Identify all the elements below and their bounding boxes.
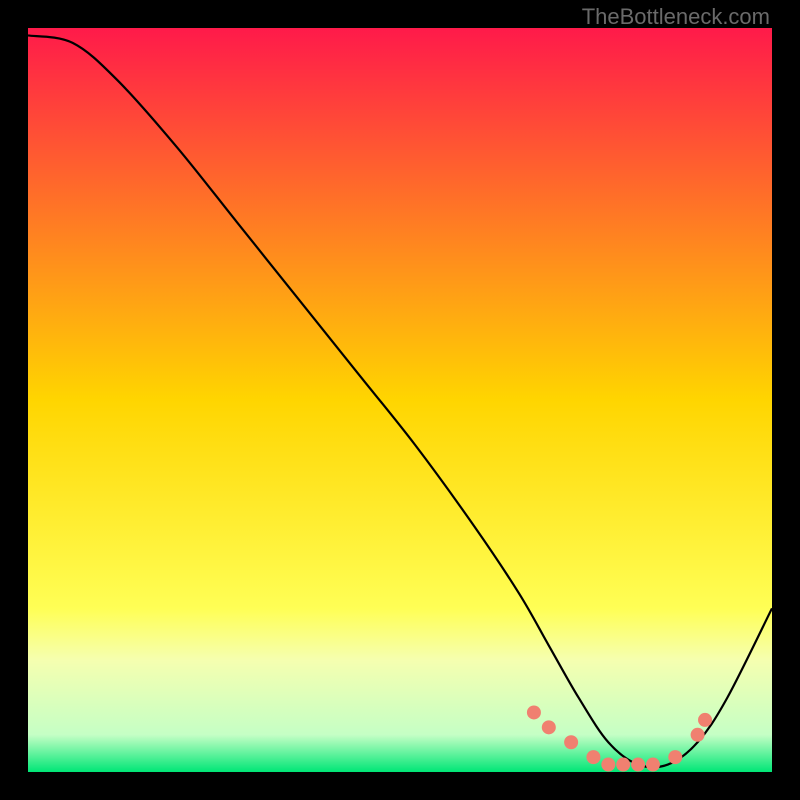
marker-point	[668, 750, 682, 764]
plot-area	[28, 28, 772, 772]
marker-point	[564, 735, 578, 749]
marker-point	[698, 713, 712, 727]
gradient-background	[28, 28, 772, 772]
marker-point	[616, 758, 630, 772]
chart-svg	[28, 28, 772, 772]
chart-frame: TheBottleneck.com	[0, 0, 800, 800]
marker-point	[691, 728, 705, 742]
marker-point	[601, 758, 615, 772]
marker-point	[646, 758, 660, 772]
attribution-text: TheBottleneck.com	[582, 4, 770, 30]
marker-point	[586, 750, 600, 764]
marker-point	[542, 720, 556, 734]
marker-point	[527, 705, 541, 719]
marker-point	[631, 758, 645, 772]
